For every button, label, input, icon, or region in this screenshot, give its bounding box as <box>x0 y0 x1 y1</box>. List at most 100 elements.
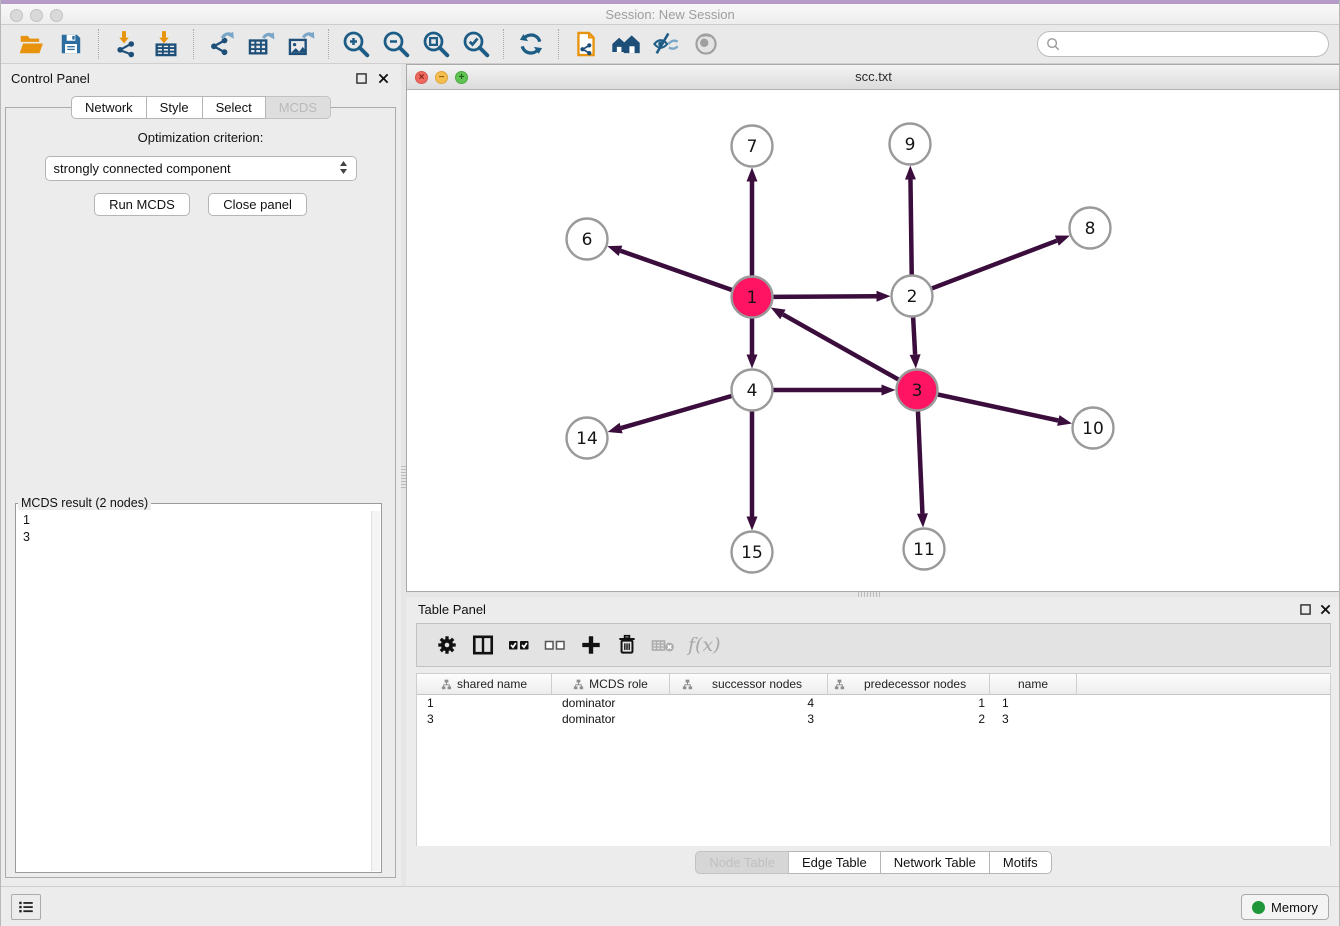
memory-status-icon <box>1252 901 1265 914</box>
graph-edge-arrowhead <box>1057 415 1072 426</box>
tab-style[interactable]: Style <box>147 96 203 119</box>
import-network-icon[interactable] <box>106 27 146 61</box>
window-titlebar: Session: New Session <box>1 0 1339 25</box>
graph-node-label: 2 <box>907 287 918 307</box>
table-settings-icon[interactable] <box>429 630 465 660</box>
graph-edge-2-8[interactable] <box>931 241 1057 289</box>
cell-shared-name[interactable]: 1 <box>417 695 552 711</box>
network-view-window: × − + scc.txt 7968124314101511 <box>406 64 1340 592</box>
zoom-in-icon[interactable] <box>336 27 376 61</box>
tab-edge-table[interactable]: Edge Table <box>789 851 881 874</box>
control-panel-float-icon[interactable] <box>356 71 367 89</box>
zoom-fit-icon[interactable] <box>416 27 456 61</box>
graph-edge-arrowhead <box>747 355 758 369</box>
cell-name[interactable]: 1 <box>990 695 1077 711</box>
graph-edge-4-14[interactable] <box>621 396 732 428</box>
network-window-titlebar: × − + scc.txt <box>407 65 1340 90</box>
graph-node-label: 1 <box>747 288 758 308</box>
tree-icon <box>441 679 452 690</box>
graph-edge-3-10[interactable] <box>937 394 1058 420</box>
cytoscape-window: Session: New Session <box>0 0 1340 926</box>
graph-edge-3-11[interactable] <box>918 410 923 513</box>
optimization-criterion-select[interactable]: strongly connected component <box>45 156 357 181</box>
table-row[interactable]: 1 dominator 4 1 1 <box>417 695 1330 711</box>
select-all-icon[interactable] <box>501 630 537 660</box>
graph-edge-2-9[interactable] <box>910 179 911 275</box>
task-history-button[interactable] <box>11 894 41 920</box>
column-header-mcds-role[interactable]: MCDS role <box>552 674 670 694</box>
add-row-icon[interactable] <box>573 630 609 660</box>
graph-edge-1-6[interactable] <box>620 251 732 290</box>
cell-mcds-role[interactable]: dominator <box>552 695 670 711</box>
memory-button[interactable]: Memory <box>1241 894 1329 920</box>
graph-node-label: 7 <box>747 137 758 157</box>
window-title: Session: New Session <box>1 7 1339 22</box>
deselect-all-icon[interactable] <box>537 630 573 660</box>
home-layout-icon[interactable] <box>606 27 646 61</box>
tree-icon <box>682 679 693 690</box>
run-mcds-button[interactable]: Run MCDS <box>94 193 190 216</box>
status-bar: Memory <box>1 886 1339 926</box>
cell-successor-nodes[interactable]: 3 <box>670 711 828 727</box>
tab-select[interactable]: Select <box>203 96 266 119</box>
column-header-successor-nodes[interactable]: successor nodes <box>670 674 828 694</box>
import-table-icon[interactable] <box>146 27 186 61</box>
cell-shared-name[interactable]: 3 <box>417 711 552 727</box>
list-icon <box>17 899 35 915</box>
result-scrollbar[interactable] <box>371 511 380 871</box>
toolbar-separator <box>558 29 559 59</box>
delete-row-icon[interactable] <box>609 630 645 660</box>
table-columns-icon[interactable] <box>465 630 501 660</box>
save-session-icon[interactable] <box>51 27 91 61</box>
tab-network-table[interactable]: Network Table <box>881 851 990 874</box>
optimization-criterion-label: Optimization criterion: <box>6 130 395 145</box>
table-panel-close-icon[interactable] <box>1320 602 1331 620</box>
search-icon <box>1046 37 1061 52</box>
table-row[interactable]: 3 dominator 3 2 3 <box>417 711 1330 727</box>
table-panel-float-icon[interactable] <box>1300 602 1311 620</box>
svg-text:f(x): f(x) <box>686 634 721 656</box>
search-input[interactable] <box>1066 37 1320 51</box>
table-panel-tabs: Node TableEdge TableNetwork TableMotifs <box>406 851 1340 874</box>
graph-edge-arrowhead <box>905 165 916 179</box>
refresh-view-icon[interactable] <box>511 27 551 61</box>
zoom-selected-icon[interactable] <box>456 27 496 61</box>
tab-mcds[interactable]: MCDS <box>266 96 331 119</box>
toolbar-search[interactable] <box>1037 31 1329 57</box>
show-panels-icon <box>686 27 726 61</box>
column-header-name[interactable]: name <box>990 674 1077 694</box>
graph-edge-arrowhead <box>747 517 758 531</box>
export-table-icon[interactable] <box>241 27 281 61</box>
function-builder-icon: f(x) <box>681 630 727 660</box>
copy-network-icon[interactable] <box>566 27 606 61</box>
close-panel-button[interactable]: Close panel <box>208 193 307 216</box>
tab-node-table[interactable]: Node Table <box>695 851 789 874</box>
toolbar-separator <box>328 29 329 59</box>
graph-edge-1-2[interactable] <box>772 296 876 297</box>
cell-predecessor-nodes[interactable]: 2 <box>828 711 990 727</box>
zoom-out-icon[interactable] <box>376 27 416 61</box>
cell-successor-nodes[interactable]: 4 <box>670 695 828 711</box>
mcds-result-line: 3 <box>23 529 381 546</box>
cell-name[interactable]: 3 <box>990 711 1077 727</box>
open-session-icon[interactable] <box>11 27 51 61</box>
column-header-predecessor-nodes[interactable]: predecessor nodes <box>828 674 990 694</box>
cell-mcds-role[interactable]: dominator <box>552 711 670 727</box>
graph-edge-arrowhead <box>876 291 890 302</box>
graph-edge-arrowhead <box>910 354 921 368</box>
export-image-icon[interactable] <box>281 27 321 61</box>
graph-edge-3-1[interactable] <box>783 314 899 380</box>
graph-edge-2-3[interactable] <box>913 316 915 354</box>
column-header-shared-name[interactable]: shared name <box>417 674 552 694</box>
cell-predecessor-nodes[interactable]: 1 <box>828 695 990 711</box>
tab-motifs[interactable]: Motifs <box>990 851 1052 874</box>
chevron-up-down-icon <box>339 160 348 178</box>
tab-network[interactable]: Network <box>71 96 147 119</box>
mcds-result-title: MCDS result (2 nodes) <box>18 496 151 510</box>
tree-icon <box>573 679 584 690</box>
export-network-icon[interactable] <box>201 27 241 61</box>
network-canvas[interactable]: 7968124314101511 <box>407 90 1340 591</box>
hide-panels-icon[interactable] <box>646 27 686 61</box>
graph-node-label: 15 <box>741 543 763 563</box>
control-panel-close-icon[interactable] <box>378 71 389 89</box>
